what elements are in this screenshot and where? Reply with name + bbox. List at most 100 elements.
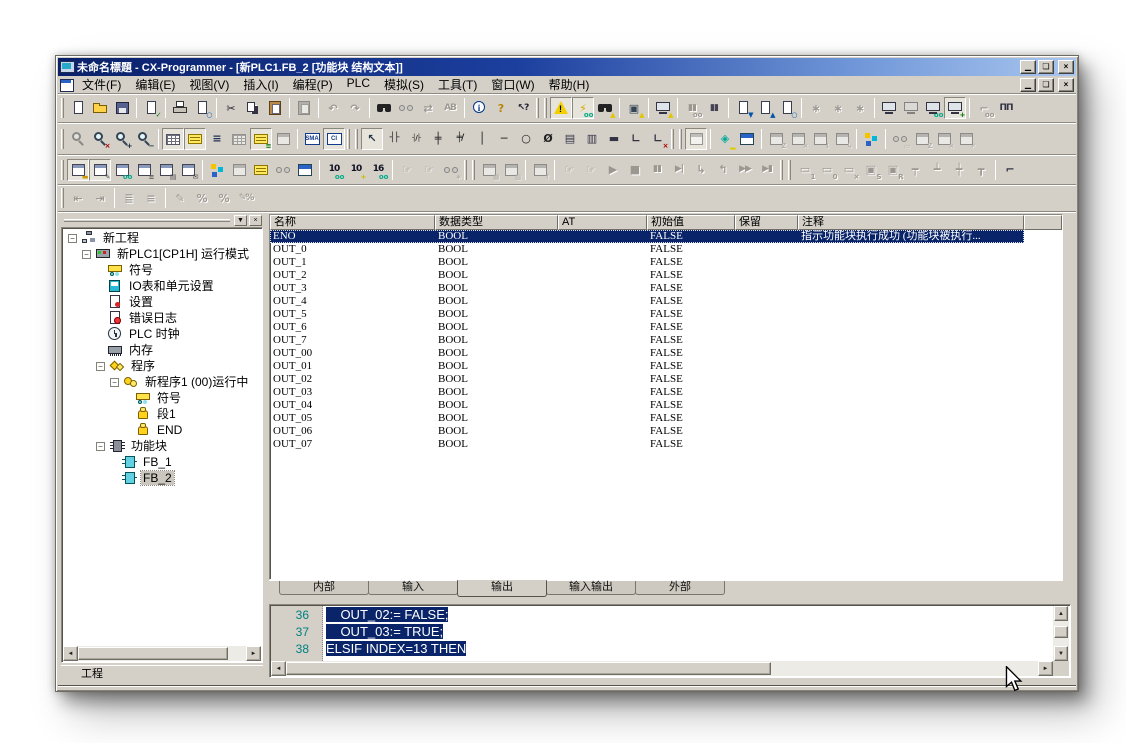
scroll-left-button[interactable]: ◄ (63, 646, 78, 661)
new-vertical-line-button[interactable]: │ (471, 128, 493, 150)
tree-item-fb-2[interactable]: FB_2 (64, 470, 260, 486)
var-row-OUT_04[interactable]: OUT_04BOOLFALSE (270, 399, 1024, 412)
show-symbol-bar-button[interactable]: ≡ (250, 128, 272, 150)
scroll-left-button[interactable]: ◄ (271, 661, 286, 676)
code-line-36[interactable]: 36 OUT_02:= FALSE; (271, 606, 1053, 623)
watch-window-button[interactable] (550, 97, 572, 119)
st-code-area[interactable]: 36 OUT_02:= FALSE;37 OUT_03:= TRUE;38ELS… (271, 606, 1053, 661)
menu-window[interactable]: 窗口(W) (484, 75, 541, 94)
scroll-up-button[interactable]: ▲ (1054, 606, 1068, 621)
column-header-AT[interactable]: AT (558, 215, 647, 230)
tree-expander[interactable]: − (82, 250, 91, 259)
cut-button[interactable]: ✂ (220, 97, 242, 119)
menu-insert[interactable]: 插入(I) (236, 75, 285, 94)
context-help-button[interactable]: ↖? (512, 97, 534, 119)
scroll-right-button[interactable]: ► (1038, 661, 1053, 676)
toolbar-grip[interactable] (671, 129, 674, 149)
mdi-minimize-button[interactable]: ▁ (1020, 78, 1036, 92)
copy-button[interactable] (242, 97, 264, 119)
tree-item-new-program-1[interactable]: −新程序1 (00)运行中 (64, 374, 260, 390)
transfer-error-button[interactable]: ▲ (652, 97, 674, 119)
dock-gripper[interactable] (64, 219, 230, 222)
app-icon[interactable] (60, 61, 74, 74)
menu-view[interactable]: 视图(V) (182, 75, 236, 94)
monitor-hex-button[interactable]: 16oo (367, 159, 389, 181)
new-closed-contact-button[interactable]: ┤/├ (405, 128, 427, 150)
var-row-ENO[interactable]: ENOBOOLFALSE指示功能块执行成功 (功能块被执行... (270, 230, 1024, 243)
editor-vertical-scrollbar[interactable]: ▲ ▼ (1053, 606, 1069, 661)
menu-plc[interactable]: PLC (340, 75, 377, 94)
mdi-close-button[interactable]: × (1058, 78, 1074, 92)
var-row-OUT_4[interactable]: OUT_4BOOLFALSE (270, 295, 1024, 308)
memory-view-button[interactable] (294, 159, 316, 181)
new-instruction-button[interactable]: ▤ (559, 128, 581, 150)
tab-in-out[interactable]: 输入输出 (546, 581, 636, 595)
io-comment-editor-button[interactable] (250, 159, 272, 181)
var-row-OUT_01[interactable]: OUT_01BOOLFALSE (270, 360, 1024, 373)
go-to-next-address-button[interactable]: ⌐ (999, 159, 1021, 181)
plc-error-log-button[interactable]: ▣▲ (623, 97, 645, 119)
watch-window-run-button[interactable]: ⚡oo (572, 97, 594, 119)
print-button[interactable] (169, 97, 191, 119)
pause-monitor-button[interactable]: + (944, 97, 966, 119)
minimize-button[interactable]: ▁ (1020, 60, 1036, 74)
toolbar-grip[interactable] (780, 160, 783, 180)
tree-item-error-log[interactable]: 错误日志 (64, 310, 260, 326)
show-grid-button[interactable] (162, 128, 184, 150)
toolbar-grip[interactable] (544, 98, 547, 118)
tree-item-new-project[interactable]: −新工程 (64, 230, 260, 246)
compile-program-check-button[interactable]: ✓ (140, 97, 162, 119)
save-button[interactable] (111, 97, 133, 119)
mdi-child-icon[interactable] (60, 79, 73, 91)
menu-tools[interactable]: 工具(T) (431, 75, 484, 94)
tree-item-programs[interactable]: −程序 (64, 358, 260, 374)
open-file-button[interactable] (89, 97, 111, 119)
scroll-down-button[interactable]: ▼ (1054, 646, 1068, 661)
column-header-初始值[interactable]: 初始值 (647, 215, 735, 230)
zoom-in-button[interactable]: + (111, 128, 133, 150)
download-to-plc-button[interactable]: ▼ (732, 97, 754, 119)
new-or-contact-button[interactable]: ╪ (427, 128, 449, 150)
scroll-thumb[interactable] (78, 647, 228, 660)
project-tab[interactable]: 工程 (65, 667, 119, 683)
upload-from-plc-button[interactable]: ▲ (754, 97, 776, 119)
delete-connecting-line-button[interactable]: ∟× (647, 128, 669, 150)
show-rung-list-button[interactable]: ≡ (206, 128, 228, 150)
toolbar-grip[interactable] (788, 160, 791, 180)
var-row-OUT_5[interactable]: OUT_5BOOLFALSE (270, 308, 1024, 321)
help-button[interactable]: ? (490, 97, 512, 119)
var-row-OUT_2[interactable]: OUT_2BOOLFALSE (270, 269, 1024, 282)
tree-item-program-symbols[interactable]: 符号 (64, 390, 260, 406)
show-watch-window-button[interactable]: oo (111, 159, 133, 181)
zoom-out-button[interactable]: − (133, 128, 155, 150)
show-project-workspace-button[interactable]: ▬ (67, 159, 89, 181)
cross-reference-report-button[interactable] (206, 159, 228, 181)
restore-button[interactable]: ❏ (1038, 60, 1054, 74)
toolbar-grip[interactable] (347, 129, 350, 149)
tree-item-section-1[interactable]: 段1 (64, 406, 260, 422)
toolbar-grip[interactable] (679, 129, 682, 149)
new-horizontal-line-button[interactable]: ─ (493, 128, 515, 150)
tree-horizontal-scrollbar[interactable]: ◄ ► (63, 646, 261, 661)
tree-item-io-table-unit-setup[interactable]: IO表和单元设置 (64, 278, 260, 294)
scroll-thumb[interactable] (1054, 626, 1068, 638)
show-cross-reference-button[interactable]: ≡ (133, 159, 155, 181)
var-row-OUT_6[interactable]: OUT_6BOOLFALSE (270, 321, 1024, 334)
pause-button[interactable]: ▮▮ (703, 97, 725, 119)
var-row-OUT_07[interactable]: OUT_07BOOLFALSE (270, 438, 1024, 451)
var-row-OUT_1[interactable]: OUT_1BOOLFALSE (270, 256, 1024, 269)
select-tool-button[interactable]: ↖ (361, 128, 383, 150)
monitor-data-button[interactable]: oo (922, 97, 944, 119)
editor-horizontal-scrollbar[interactable]: ◄ ► (271, 661, 1053, 676)
toolbar-grip[interactable] (61, 129, 64, 149)
tab-outputs[interactable]: 输出 (457, 580, 547, 597)
var-row-OUT_00[interactable]: OUT_00BOOLFALSE (270, 347, 1024, 360)
dock-menu-button[interactable]: ▼ (234, 215, 247, 226)
title-bar[interactable]: 未命名標題 - CX-Programmer - [新PLC1.FB_2 [功能块… (58, 58, 1076, 76)
toolbar-grip[interactable] (472, 160, 475, 180)
tree-expander[interactable]: − (96, 442, 105, 451)
code-line-37[interactable]: 37 OUT_03:= TRUE; (271, 623, 1053, 640)
time-chart-monitor-button[interactable]: ΠΠ (995, 97, 1017, 119)
dock-close-button[interactable]: × (249, 215, 262, 226)
tab-internals[interactable]: 内部 (279, 581, 369, 595)
